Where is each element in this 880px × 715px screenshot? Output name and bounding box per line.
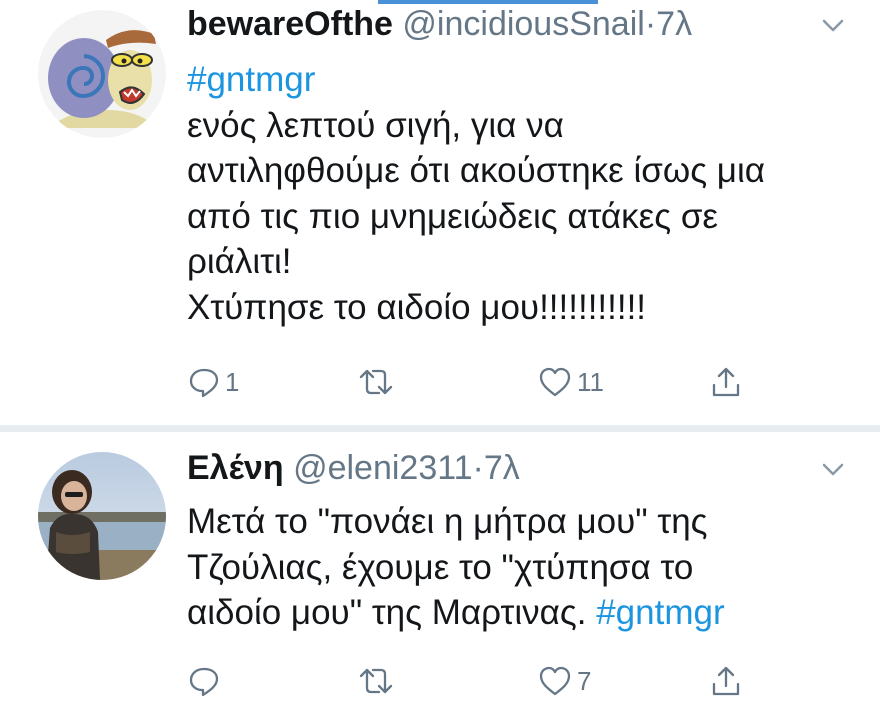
tweet-divider <box>0 425 880 432</box>
tweet-text-line: ριάλιτι! <box>187 242 292 281</box>
reply-icon <box>189 667 219 697</box>
like-button[interactable]: 7 <box>537 661 591 701</box>
author-handle[interactable]: @incidiousSnail <box>402 5 644 43</box>
tweet-text-line: αντιληφθούμε ότι ακούστηκε ίσως μια <box>187 151 765 190</box>
tweet-2[interactable]: Ελένη @eleni2311·7λ Μετά το "πονάει η μή… <box>0 432 880 715</box>
timestamp[interactable]: 7λ <box>484 449 520 487</box>
retweet-icon <box>359 369 393 395</box>
share-button[interactable] <box>709 661 743 701</box>
tweet-actions: 1 11 <box>187 362 787 402</box>
author-name[interactable]: Ελένη <box>187 449 284 487</box>
share-icon <box>712 666 740 696</box>
tweet-1[interactable]: bewareOfthe @incidiousSnail·7λ #gntmgr ε… <box>0 0 880 425</box>
timestamp[interactable]: 7λ <box>656 5 692 43</box>
separator-dot: · <box>472 449 484 487</box>
chevron-down-icon[interactable] <box>818 10 848 40</box>
tweet-text-line: ενός λεπτού σιγή, για να <box>187 105 564 145</box>
tweet-text-fragment: αιδοίο μου" της Μαρτινας. <box>187 593 587 632</box>
reply-icon <box>189 368 219 398</box>
tweet-text: #gntmgr ενός λεπτού σιγή, για να αντιληφ… <box>187 57 857 330</box>
woman-photo-avatar-icon <box>38 452 166 580</box>
like-icon <box>539 666 571 696</box>
like-count: 7 <box>577 665 592 696</box>
retweet-button[interactable] <box>357 362 399 402</box>
author-name[interactable]: bewareOfthe <box>187 5 393 43</box>
tweet-header: bewareOfthe @incidiousSnail·7λ <box>187 4 692 44</box>
author-handle[interactable]: @eleni2311 <box>293 449 472 487</box>
avatar[interactable] <box>38 452 166 580</box>
tweet-actions: 7 <box>187 661 787 701</box>
chevron-down-icon[interactable] <box>818 454 848 484</box>
retweet-icon <box>359 668 393 694</box>
separator-dot: · <box>644 5 657 43</box>
reply-count: 1 <box>225 366 240 397</box>
retweet-button[interactable] <box>357 661 399 701</box>
tweet-text-line: από τις πιο μνημειώδεις ατάκες σε <box>187 196 719 236</box>
like-count: 11 <box>577 366 604 397</box>
tweet-text-line: αιδοίο μου" της Μαρτινας. #gntmgr <box>187 590 857 636</box>
reply-button[interactable]: 1 <box>187 362 239 402</box>
tweet-header: Ελένη @eleni2311·7λ <box>187 448 520 488</box>
like-button[interactable]: 11 <box>537 362 604 402</box>
like-icon <box>539 367 571 397</box>
tweet-text-line: Τζούλιας, έχουμε το "χτύπησα το <box>187 547 694 587</box>
tweet-text-line: Χτύπησε το αιδοίο μου!!!!!!!!!!! <box>187 287 647 327</box>
snail-avatar-icon <box>38 10 166 138</box>
share-button[interactable] <box>709 362 743 402</box>
avatar[interactable] <box>38 10 166 138</box>
tweet-text-line: Μετά το "πονάει η μήτρα μου" της <box>187 502 708 541</box>
reply-button[interactable] <box>187 661 225 701</box>
hashtag-link[interactable]: #gntmgr <box>596 593 724 632</box>
tweet-text: Μετά το "πονάει η μήτρα μου" της Τζούλια… <box>187 499 857 636</box>
share-icon <box>712 367 740 397</box>
hashtag-link[interactable]: #gntmgr <box>187 57 857 103</box>
